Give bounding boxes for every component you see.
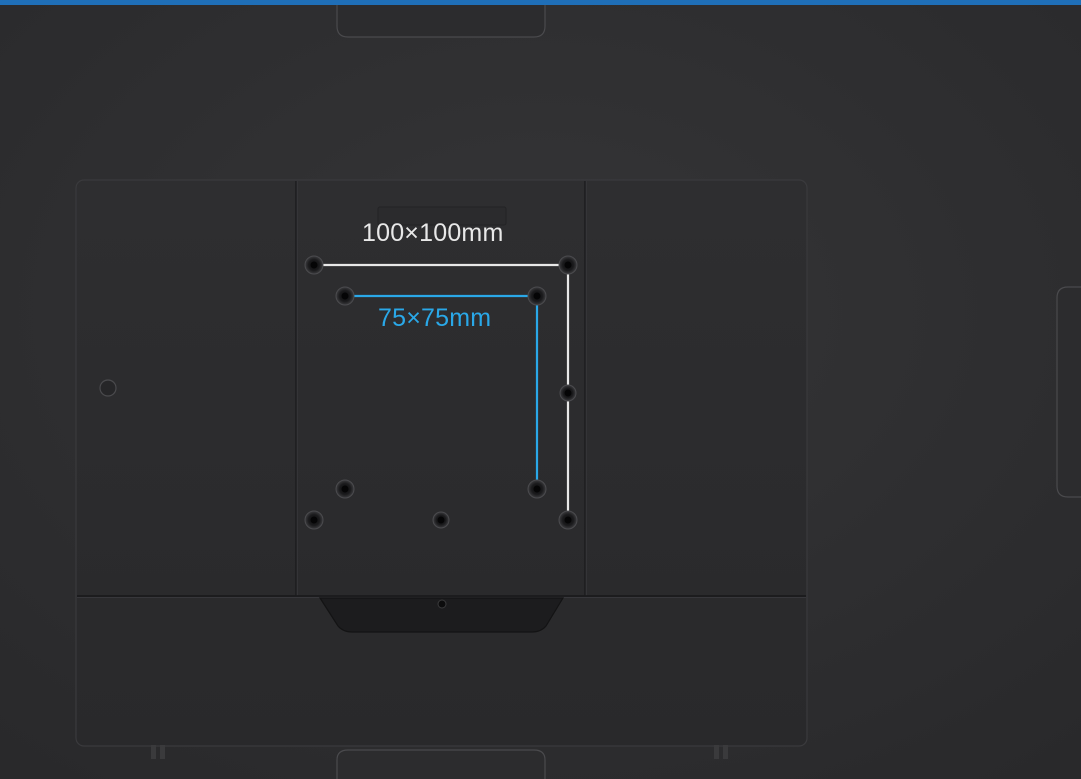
notch-screw-icon: [437, 599, 447, 609]
vesa-100-label: 100×100mm: [362, 219, 504, 247]
top-tab: [336, 5, 546, 38]
monitor-back-illustration: [0, 0, 1081, 779]
top-edge-strip: [0, 0, 1081, 5]
foot-left: [151, 745, 156, 759]
screw-hole-icon: [335, 479, 355, 499]
screw-hole-icon: [527, 479, 547, 499]
monitor-back-view: 100×100mm 75×75mm: [0, 0, 1081, 779]
screw-hole-icon: [558, 255, 578, 275]
foot-right: [714, 745, 719, 759]
screw-hole-icon: [304, 255, 324, 275]
bottom-tab: [336, 749, 546, 779]
screw-hole-icon: [558, 510, 578, 530]
screw-hole-icon: [527, 286, 547, 306]
screw-hole-icon: [335, 286, 355, 306]
vesa-75-label: 75×75mm: [378, 304, 492, 332]
side-port-cover: [1056, 286, 1081, 498]
screw-hole-icon: [304, 510, 324, 530]
screw-hole-icon: [432, 511, 450, 529]
screw-hole-icon: [559, 384, 577, 402]
round-button-icon: [99, 379, 117, 397]
